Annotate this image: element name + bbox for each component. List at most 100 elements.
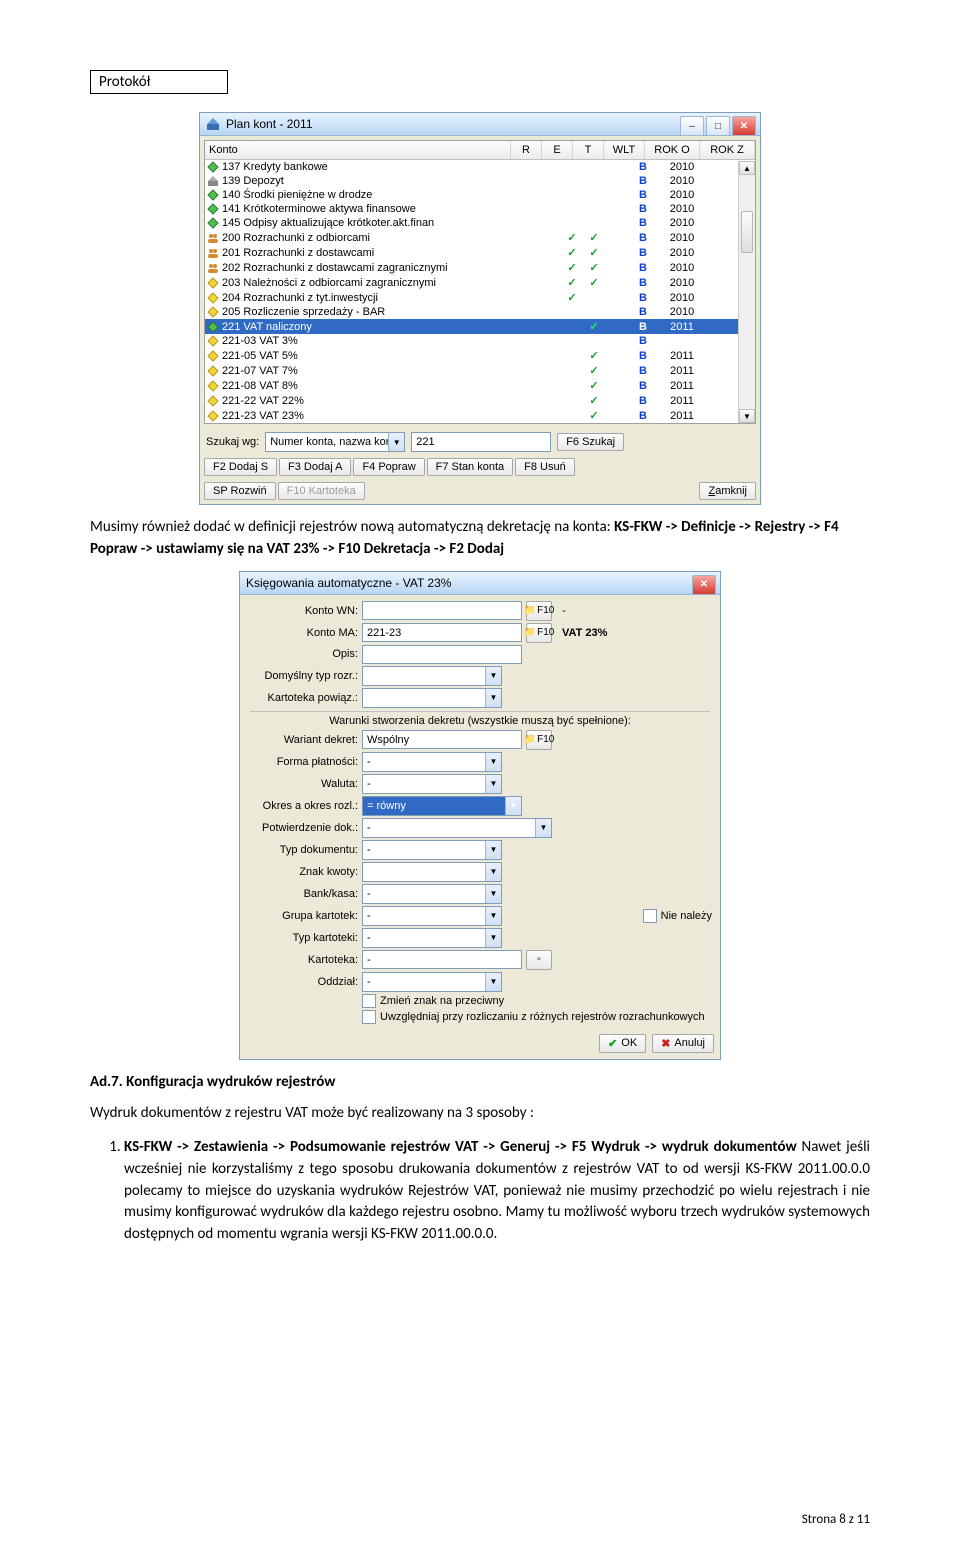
zmien-znak-checkbox[interactable]: Zmień znak na przeciwny [362, 994, 504, 1008]
page-footer: Strona 8 z 11 [802, 1512, 870, 1527]
typkar-combo[interactable]: -▼ [362, 928, 502, 948]
chevron-down-icon[interactable]: ▼ [485, 689, 501, 707]
f7-button[interactable]: F7 Stan konta [427, 458, 514, 476]
bank-combo[interactable]: -▼ [362, 884, 502, 904]
sp-button[interactable]: SP Rozwiń [204, 482, 276, 500]
konto-wn-browse-button[interactable]: 📁F10 [526, 601, 552, 621]
col-wlt[interactable]: WLT [604, 141, 645, 159]
f10-button: F10 Kartoteka [278, 482, 365, 500]
karpow-combo[interactable]: ▼ [362, 688, 502, 708]
table-row[interactable]: 221-22 VAT 22%✓B2011 [205, 393, 755, 408]
table-row[interactable]: 221-07 VAT 7%✓B2011 [205, 363, 755, 378]
scroll-thumb[interactable] [741, 211, 753, 253]
chevron-down-icon[interactable]: ▼ [485, 973, 501, 991]
row-konto-wn: Konto WN: 📁F10 - [248, 601, 712, 621]
uwzgledniaj-checkbox[interactable]: Uwzględniaj przy rozliczaniu z różnych r… [362, 1010, 705, 1024]
check-icon: ✔ [608, 1037, 617, 1050]
col-e[interactable]: E [542, 141, 573, 159]
maximize-button[interactable]: □ [706, 116, 730, 136]
search-combo[interactable]: Numer konta, nazwa kor▼ [265, 432, 405, 452]
table-row[interactable]: 221-23 VAT 23%✓B2011 [205, 408, 755, 423]
col-konto[interactable]: Konto [205, 141, 511, 159]
chevron-down-icon[interactable]: ▼ [485, 775, 501, 793]
col-t[interactable]: T [573, 141, 604, 159]
opis-input[interactable] [362, 645, 522, 664]
table-row[interactable]: 202 Rozrachunki z dostawcami zagraniczny… [205, 260, 755, 275]
window-title: Plan kont - 2011 [226, 117, 313, 131]
table-row[interactable]: 221-03 VAT 3%B [205, 334, 755, 348]
chevron-down-icon[interactable]: ▼ [485, 753, 501, 771]
row-konto-ma: Konto MA: 221-23 📁F10 VAT 23% [248, 623, 712, 643]
minimize-button[interactable]: – [680, 116, 704, 136]
table-row[interactable]: 139 DepozytB2010 [205, 174, 755, 188]
table-row[interactable]: 200 Rozrachunki z odbiorcami✓✓B2010 [205, 230, 755, 245]
f8-button[interactable]: F8 Usuń [515, 458, 575, 476]
table-row[interactable]: 204 Rozrachunki z tyt.inwestycji✓B2010 [205, 290, 755, 305]
heading-ad7: Ad.7. Konfiguracja wydruków rejestrów [90, 1072, 870, 1094]
scroll-down-button[interactable]: ▼ [739, 409, 755, 423]
grupa-combo[interactable]: -▼ [362, 906, 502, 926]
scrollbar[interactable]: ▲ ▼ [738, 161, 755, 423]
col-r[interactable]: R [511, 141, 542, 159]
toolbar2: SP Rozwiń F10 Kartoteka Zamknij [200, 480, 760, 504]
window-title-2: Księgowania automatyczne - VAT 23% [246, 576, 451, 590]
table-row[interactable]: 221-08 VAT 8%✓B2011 [205, 378, 755, 393]
table-row[interactable]: 205 Rozliczenie sprzedaży - BARB2010 [205, 305, 755, 319]
scroll-up-button[interactable]: ▲ [739, 161, 755, 175]
close-button-2[interactable]: ✕ [692, 575, 716, 595]
header-box: Protokół [90, 70, 228, 94]
ok-button[interactable]: ✔OK [599, 1034, 646, 1053]
wariant-browse-button[interactable]: 📁F10 [526, 730, 552, 750]
forma-combo[interactable]: -▼ [362, 752, 502, 772]
oddzial-combo[interactable]: -▼ [362, 972, 502, 992]
zamknij-button[interactable]: Zamknij [699, 482, 756, 500]
waluta-combo[interactable]: -▼ [362, 774, 502, 794]
table-row[interactable]: 141 Krótkoterminowe aktywa finansoweB201… [205, 202, 755, 216]
close-button[interactable]: ✕ [732, 116, 756, 136]
konto-wn-input[interactable] [362, 601, 522, 620]
table-row[interactable]: 201 Rozrachunki z dostawcami✓✓B2010 [205, 245, 755, 260]
wariant-input[interactable]: Wspólny [362, 730, 522, 749]
okres-combo[interactable]: = równy▼ [362, 796, 522, 816]
chevron-down-icon[interactable]: ▼ [485, 929, 501, 947]
konto-ma-browse-button[interactable]: 📁F10 [526, 623, 552, 643]
search-input[interactable]: 221 [411, 432, 551, 452]
kart-browse-button[interactable]: ▫ [526, 950, 552, 970]
table-row[interactable]: 221-05 VAT 5%✓B2011 [205, 348, 755, 363]
table-row[interactable]: 137 Kredyty bankoweB2010 [205, 160, 755, 174]
f3-button[interactable]: F3 Dodaj A [279, 458, 351, 476]
col-rokz[interactable]: ROK Z [700, 141, 755, 159]
konto-ma-input[interactable]: 221-23 [362, 623, 522, 642]
znak-combo[interactable]: ▼ [362, 862, 502, 882]
titlebar-2[interactable]: Księgowania automatyczne - VAT 23% ✕ [240, 572, 720, 595]
table-row[interactable]: 203 Należności z odbiorcami zagranicznym… [205, 275, 755, 290]
potw-combo[interactable]: -▼ [362, 818, 552, 838]
search-button[interactable]: F6 Szukaj [557, 433, 624, 451]
domrozr-combo[interactable]: ▼ [362, 666, 502, 686]
window-plan-kont: Plan kont - 2011 – □ ✕ Konto R E T WLT R… [199, 112, 761, 505]
nienależy-checkbox[interactable]: Nie należy [643, 909, 712, 923]
app-icon [206, 117, 220, 131]
f4-button[interactable]: F4 Popraw [353, 458, 424, 476]
table-row[interactable]: 145 Odpisy aktualizujące krótkoter.akt.f… [205, 216, 755, 230]
chevron-down-icon[interactable]: ▼ [505, 797, 521, 815]
chevron-down-icon[interactable]: ▼ [388, 433, 404, 451]
accounts-list[interactable]: Konto R E T WLT ROK O ROK Z 137 Kredyty … [204, 140, 756, 424]
anuluj-button[interactable]: ✖Anuluj [652, 1034, 714, 1053]
table-row[interactable]: 140 Środki pieniężne w drodzeB2010 [205, 188, 755, 202]
search-label: Szukaj wg: [206, 436, 259, 448]
chevron-down-icon[interactable]: ▼ [485, 863, 501, 881]
window-ksiegowania: Księgowania automatyczne - VAT 23% ✕ Kon… [239, 571, 721, 1060]
kart-input[interactable]: - [362, 950, 522, 969]
f2-button[interactable]: F2 Dodaj S [204, 458, 277, 476]
titlebar[interactable]: Plan kont - 2011 – □ ✕ [200, 113, 760, 136]
typdok-combo[interactable]: -▼ [362, 840, 502, 860]
chevron-down-icon[interactable]: ▼ [485, 907, 501, 925]
chevron-down-icon[interactable]: ▼ [485, 885, 501, 903]
chevron-down-icon[interactable]: ▼ [535, 819, 551, 837]
col-roko[interactable]: ROK O [645, 141, 700, 159]
paragraph-2: Wydruk dokumentów z rejestru VAT może by… [90, 1103, 870, 1125]
table-row[interactable]: 221 VAT naliczony✓B2011 [205, 319, 755, 334]
chevron-down-icon[interactable]: ▼ [485, 841, 501, 859]
chevron-down-icon[interactable]: ▼ [485, 667, 501, 685]
